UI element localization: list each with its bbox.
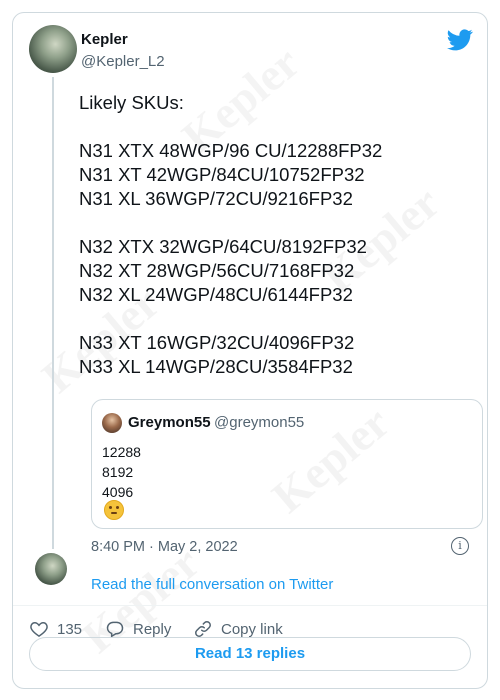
divider bbox=[13, 605, 487, 606]
tweet-line bbox=[79, 211, 382, 235]
quoted-author-name: Greymon55 bbox=[128, 414, 211, 431]
read-conversation-link[interactable]: Read the full conversation on Twitter bbox=[91, 576, 333, 593]
tweet-line: Likely SKUs: bbox=[79, 92, 184, 113]
tweet-line: N32 XT 28WGP/56CU/7168FP32 bbox=[79, 260, 355, 281]
tweet-card: Kepler Kepler Kepler Kepler Kepler Keple… bbox=[12, 12, 488, 689]
quoted-line: 4096 bbox=[102, 484, 134, 500]
tweet-line: N31 XT 42WGP/84CU/10752FP32 bbox=[79, 164, 365, 185]
tweet-line: N32 XL 24WGP/48CU/6144FP32 bbox=[79, 284, 353, 305]
tweet-line bbox=[79, 115, 382, 139]
quoted-line: 12288 bbox=[102, 444, 141, 460]
quoted-author-avatar bbox=[102, 413, 122, 433]
quoted-author-handle: @greymon55 bbox=[214, 414, 305, 431]
quoted-tweet-body: 12288 8192 4096 bbox=[102, 442, 141, 502]
copy-link-label: Copy link bbox=[221, 620, 283, 638]
tweet-line bbox=[79, 307, 382, 331]
tweet-line: N33 XL 14WGP/28CU/3584FP32 bbox=[79, 356, 353, 377]
heart-icon bbox=[30, 621, 48, 637]
author-avatar-small[interactable] bbox=[35, 553, 67, 585]
tweet-timestamp[interactable]: 8:40 PM · May 2, 2022 bbox=[91, 539, 238, 555]
author-handle[interactable]: @Kepler_L2 bbox=[81, 53, 165, 70]
quoted-tweet[interactable]: Greymon55 @greymon55 12288 8192 4096 bbox=[91, 399, 483, 529]
tweet-line: N32 XTX 32WGP/64CU/8192FP32 bbox=[79, 236, 367, 257]
tweet-line: N31 XTX 48WGP/96 CU/12288FP32 bbox=[79, 140, 383, 161]
reply-label: Reply bbox=[133, 620, 172, 638]
like-button[interactable]: 135 bbox=[29, 619, 82, 639]
tweet-body: Likely SKUs: N31 XTX 48WGP/96 CU/12288FP… bbox=[79, 91, 382, 379]
tweet-line: N31 XL 36WGP/72CU/9216FP32 bbox=[79, 188, 353, 209]
reply-bubble-icon bbox=[106, 621, 124, 638]
thread-line bbox=[52, 77, 54, 549]
read-replies-button[interactable]: Read 13 replies bbox=[29, 637, 471, 671]
twitter-bird-icon[interactable] bbox=[447, 29, 473, 51]
tweet-line: N33 XT 16WGP/32CU/4096FP32 bbox=[79, 332, 355, 353]
reply-button[interactable]: Reply bbox=[105, 619, 171, 639]
copy-link-button[interactable]: Copy link bbox=[193, 619, 283, 639]
author-name[interactable]: Kepler bbox=[81, 31, 128, 48]
link-icon bbox=[195, 621, 211, 637]
like-count: 135 bbox=[57, 620, 83, 638]
info-icon[interactable]: i bbox=[451, 537, 469, 555]
quoted-line: 8192 bbox=[102, 464, 134, 480]
author-avatar[interactable] bbox=[29, 25, 77, 73]
thinking-face-emoji bbox=[104, 500, 124, 520]
